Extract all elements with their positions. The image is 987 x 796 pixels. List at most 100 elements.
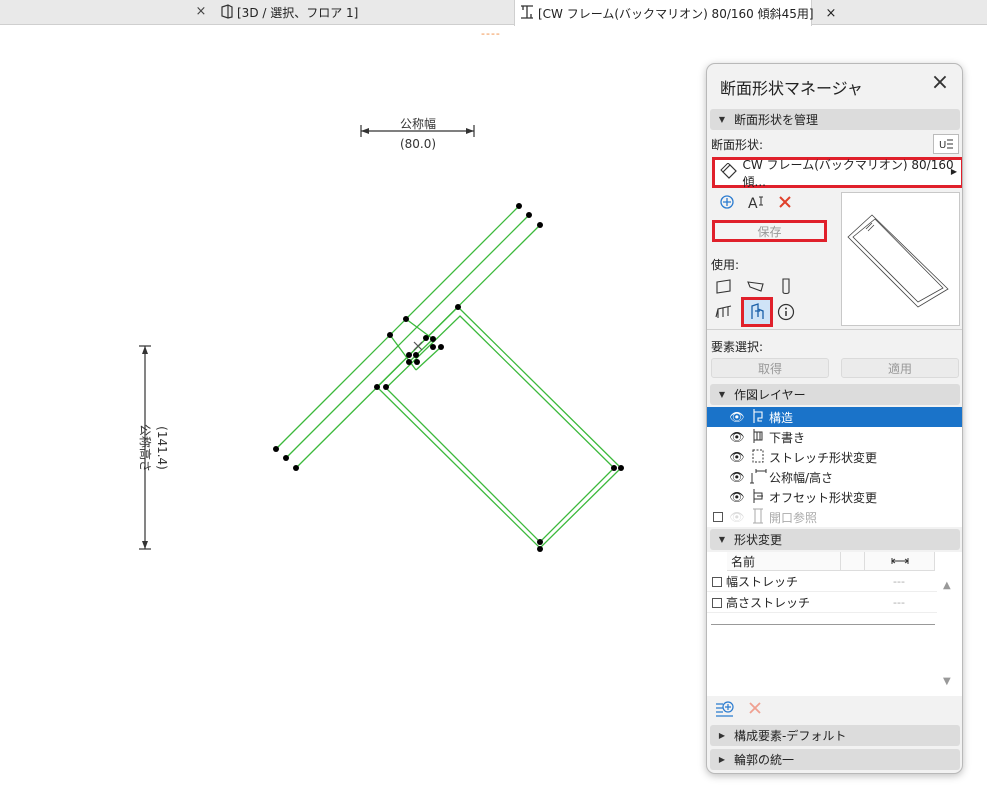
rename-profile-icon[interactable]: A [743, 192, 771, 212]
height-dim-label: 公称高さ [138, 424, 153, 472]
section-unify-contour[interactable]: ▶ 輪郭の統一 [710, 749, 960, 770]
divider [707, 329, 962, 330]
offset-layer-icon [747, 488, 769, 507]
eye-icon[interactable]: 👁 [727, 490, 747, 504]
eye-icon[interactable]: 👁 [727, 510, 747, 524]
row-name: 高さストレッチ [726, 596, 811, 610]
section-components-default[interactable]: ▶ 構成要素-デフォルト [710, 725, 960, 746]
tab-close-icon[interactable]: × [826, 6, 837, 21]
railing-icon[interactable] [713, 301, 735, 323]
layer-name: ストレッチ形状変更 [769, 450, 878, 465]
delete-profile-icon[interactable] [771, 192, 799, 212]
layer-row-draft[interactable]: 👁 下書き [707, 427, 962, 447]
modifier-grid: 名前 幅ストレッチ --- 高さストレッチ --- ▲ ▼ [707, 552, 962, 696]
width-dimension: 公称幅 (80.0) [360, 116, 475, 151]
row-value: --- [893, 575, 905, 588]
profile-preview [841, 192, 960, 326]
get-button[interactable]: 取得 [711, 358, 829, 378]
tab-label: [3D / 選択、フロア 1] [237, 6, 359, 20]
layer-row-stretch[interactable]: 👁 ストレッチ形状変更 [707, 447, 962, 467]
width-dim-value: (80.0) [400, 137, 436, 151]
stretch-layer-icon [747, 448, 769, 467]
section-label: 構成要素-デフォルト [734, 729, 847, 743]
tab-label: [CW フレーム(バックマリオン) 80/160 傾斜45用] [538, 6, 814, 21]
section-label: 作図レイヤー [734, 388, 806, 402]
save-button[interactable]: 保存 [712, 220, 827, 242]
height-dim-value: (141.4) [155, 426, 169, 470]
width-dim-label: 公称幅 [400, 116, 436, 131]
beam-icon[interactable] [745, 275, 767, 297]
tab-bar: × [3D / 選択、フロア 1] [CW フレーム(バックマリオン) 80/1… [0, 0, 987, 26]
3d-view-icon [220, 3, 234, 22]
panel-title: 断面形状マネージャ [720, 79, 863, 98]
draft-layer-icon [747, 428, 769, 447]
add-modifier-icon[interactable] [715, 700, 735, 720]
element-select-label: 要素選択: [711, 340, 764, 354]
grid-row-width-stretch[interactable]: 幅ストレッチ --- [707, 572, 937, 592]
delete-modifier-icon[interactable] [747, 700, 763, 720]
chevron-down-icon: ▼ [718, 390, 726, 399]
column-name-header[interactable]: 名前 [727, 552, 841, 571]
profile-selector[interactable]: CW フレーム(バックマリオン) 80/160 傾... ▶ [712, 157, 962, 189]
profile-geometry [275, 205, 622, 549]
layer-name: 下書き [769, 430, 806, 445]
scroll-up-icon[interactable]: ▲ [943, 580, 951, 591]
use-label: 使用: [711, 258, 740, 272]
svg-text:U: U [939, 140, 946, 151]
settings-options-icon[interactable]: U [933, 134, 959, 154]
column-icon[interactable] [775, 275, 797, 297]
grid-row-height-stretch[interactable]: 高さストレッチ --- [707, 593, 937, 613]
layer-name: 開口参照 [769, 510, 818, 525]
eye-icon[interactable]: 👁 [727, 470, 747, 484]
width-arrow-icon [891, 558, 908, 564]
nominal-size-icon [747, 468, 769, 487]
height-dimension: 公称高さ (141.4) [138, 345, 169, 550]
chevron-right-icon: ▶ [950, 167, 957, 176]
origin-cross-icon [413, 341, 423, 351]
opening-layer-icon [747, 508, 769, 527]
modifier-toolbar [715, 700, 763, 720]
row-value: --- [893, 596, 905, 609]
chevron-right-icon: ▶ [718, 731, 726, 740]
layer-row-structure[interactable]: 👁 構造 [707, 407, 962, 427]
layer-row-offset[interactable]: 👁 オフセット形状変更 [707, 487, 962, 507]
curtain-wall-frame-icon[interactable] [741, 297, 773, 327]
profile-vertices [273, 203, 624, 552]
layer-row-nominal[interactable]: 👁 公称幅/高さ [707, 467, 962, 487]
layer-checkbox[interactable] [713, 512, 723, 522]
wall-icon[interactable] [713, 275, 735, 297]
layer-list: 👁 構造 👁 下書き 👁 ストレッチ形状変更 👁 公称幅/高さ 👁 オフセット形… [707, 407, 962, 527]
profile-icon [519, 4, 535, 22]
tab-3d-view[interactable]: [3D / 選択、フロア 1] [214, 0, 514, 25]
layer-name: 構造 [769, 410, 794, 425]
column-spacer [841, 552, 865, 571]
eye-icon[interactable]: 👁 [727, 430, 747, 444]
eye-icon[interactable]: 👁 [727, 410, 747, 424]
tab-close-icon[interactable]: × [193, 4, 209, 20]
layer-name: オフセット形状変更 [769, 490, 878, 505]
section-manage-profiles[interactable]: ▼ 断面形状を管理 [710, 109, 960, 130]
info-icon[interactable] [775, 301, 797, 323]
section-label: 形状変更 [734, 533, 783, 547]
close-icon[interactable]: × [929, 72, 951, 94]
chevron-down-icon: ▼ [718, 115, 726, 124]
tab-profile-editor[interactable]: [CW フレーム(バックマリオン) 80/160 傾斜45用] × [514, 0, 836, 26]
row-checkbox[interactable] [712, 597, 722, 608]
scroll-down-icon[interactable]: ▼ [943, 676, 951, 687]
profile-shape-icon [715, 162, 743, 182]
layer-name: 公称幅/高さ [769, 470, 834, 485]
column-width-header[interactable] [865, 552, 935, 571]
chevron-down-icon: ▼ [718, 535, 726, 544]
add-profile-icon[interactable] [713, 192, 741, 212]
section-drawing-layers[interactable]: ▼ 作図レイヤー [710, 384, 960, 405]
section-modify-shape[interactable]: ▼ 形状変更 [710, 529, 960, 550]
eye-icon[interactable]: 👁 [727, 450, 747, 464]
row-checkbox[interactable] [712, 576, 722, 587]
section-label: 断面形状を管理 [734, 113, 819, 127]
layer-row-opening[interactable]: 👁 開口参照 [707, 507, 962, 527]
chevron-right-icon: ▶ [718, 755, 726, 764]
grid-separator [711, 624, 935, 625]
apply-button[interactable]: 適用 [841, 358, 959, 378]
row-name: 幅ストレッチ [726, 575, 799, 589]
structure-layer-icon [747, 408, 769, 427]
